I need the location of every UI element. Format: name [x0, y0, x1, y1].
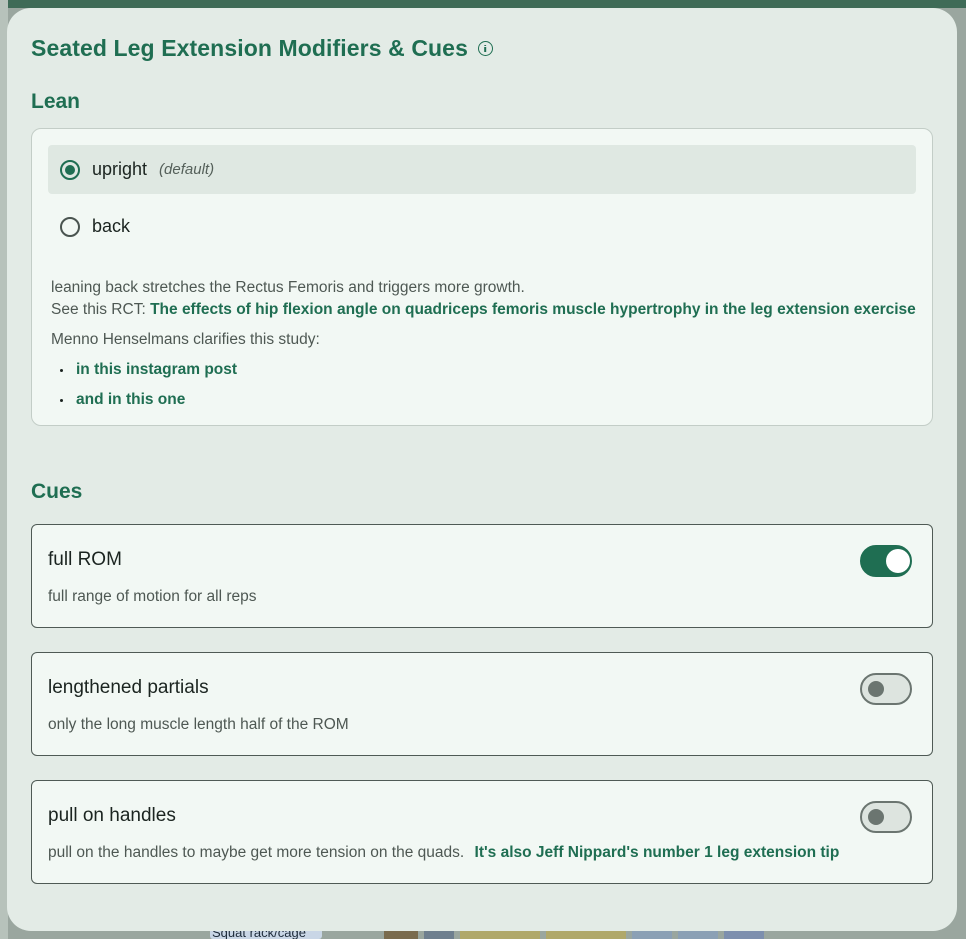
- menno-links-list: in this instagram post and in this one: [48, 355, 916, 415]
- pull-on-handles-toggle[interactable]: [860, 801, 912, 833]
- cue-title: full ROM: [48, 549, 122, 570]
- rct-prefix: See this RCT:: [51, 301, 146, 318]
- lean-option-label: back: [92, 216, 131, 236]
- lean-option-note: (default): [159, 161, 215, 178]
- bullet-icon: [60, 398, 63, 402]
- second-post-link[interactable]: and in this one: [76, 385, 185, 415]
- jeff-nippard-tip-link[interactable]: It's also Jeff Nippard's number 1 leg ex…: [475, 844, 840, 861]
- cues-heading: Cues: [31, 480, 83, 503]
- cue-title: pull on handles: [48, 805, 176, 826]
- toggle-knob: [886, 549, 910, 573]
- cue-description: full range of motion for all reps: [48, 586, 916, 608]
- radio-selected-icon[interactable]: [60, 159, 80, 180]
- cue-title: lengthened partials: [48, 677, 209, 698]
- lengthened-partials-toggle[interactable]: [860, 673, 912, 705]
- radio-unselected-icon[interactable]: [60, 216, 80, 237]
- info-icon[interactable]: [477, 40, 493, 56]
- modifiers-dialog: Seated Leg Extension Modifiers & Cues Le…: [7, 8, 957, 931]
- rct-line: See this RCT: The effects of hip flexion…: [51, 299, 916, 321]
- background-topbar: [0, 0, 966, 8]
- cue-description-text: full range of motion for all reps: [48, 588, 257, 605]
- background-block: [724, 930, 764, 939]
- lean-heading: Lean: [31, 90, 81, 113]
- rct-link[interactable]: The effects of hip flexion angle on quad…: [150, 301, 916, 318]
- cue-card-lengthened-partials: lengthened partials only the long muscle…: [31, 652, 933, 756]
- list-item: and in this one: [48, 385, 916, 415]
- toggle-knob: [868, 809, 884, 825]
- instagram-post-link[interactable]: in this instagram post: [76, 355, 237, 385]
- cue-card-full-rom: full ROM full range of motion for all re…: [31, 524, 933, 628]
- dialog-title: Seated Leg Extension Modifiers & Cues: [31, 34, 468, 61]
- background-block: [384, 930, 418, 939]
- list-item: in this instagram post: [48, 355, 916, 385]
- lean-card: upright (default) back leaning back stre…: [31, 128, 933, 426]
- cue-description-text: pull on the handles to maybe get more te…: [48, 844, 465, 861]
- cue-card-pull-on-handles: pull on handles pull on the handles to m…: [31, 780, 933, 884]
- background-block: [546, 930, 626, 939]
- background-block: [460, 930, 540, 939]
- cue-description: only the long muscle length half of the …: [48, 714, 916, 736]
- lean-description-line: leaning back stretches the Rectus Femori…: [51, 279, 525, 296]
- background-block: [632, 930, 672, 939]
- cue-description: pull on the handles to maybe get more te…: [48, 842, 916, 864]
- background-blocks: [384, 930, 944, 939]
- lean-option-upright[interactable]: upright (default): [48, 145, 916, 194]
- lean-option-back[interactable]: back: [48, 202, 916, 251]
- lean-description: leaning back stretches the Rectus Femori…: [48, 277, 916, 321]
- bullet-icon: [60, 368, 63, 372]
- menno-text: Menno Henselmans clarifies this study:: [51, 331, 320, 348]
- background-block: [770, 930, 810, 939]
- dialog-header: Seated Leg Extension Modifiers & Cues: [31, 32, 933, 64]
- toggle-knob: [868, 681, 884, 697]
- cue-description-text: only the long muscle length half of the …: [48, 716, 349, 733]
- lean-option-label: upright: [92, 159, 148, 179]
- background-block: [678, 930, 718, 939]
- full-rom-toggle[interactable]: [860, 545, 912, 577]
- background-block: [424, 930, 454, 939]
